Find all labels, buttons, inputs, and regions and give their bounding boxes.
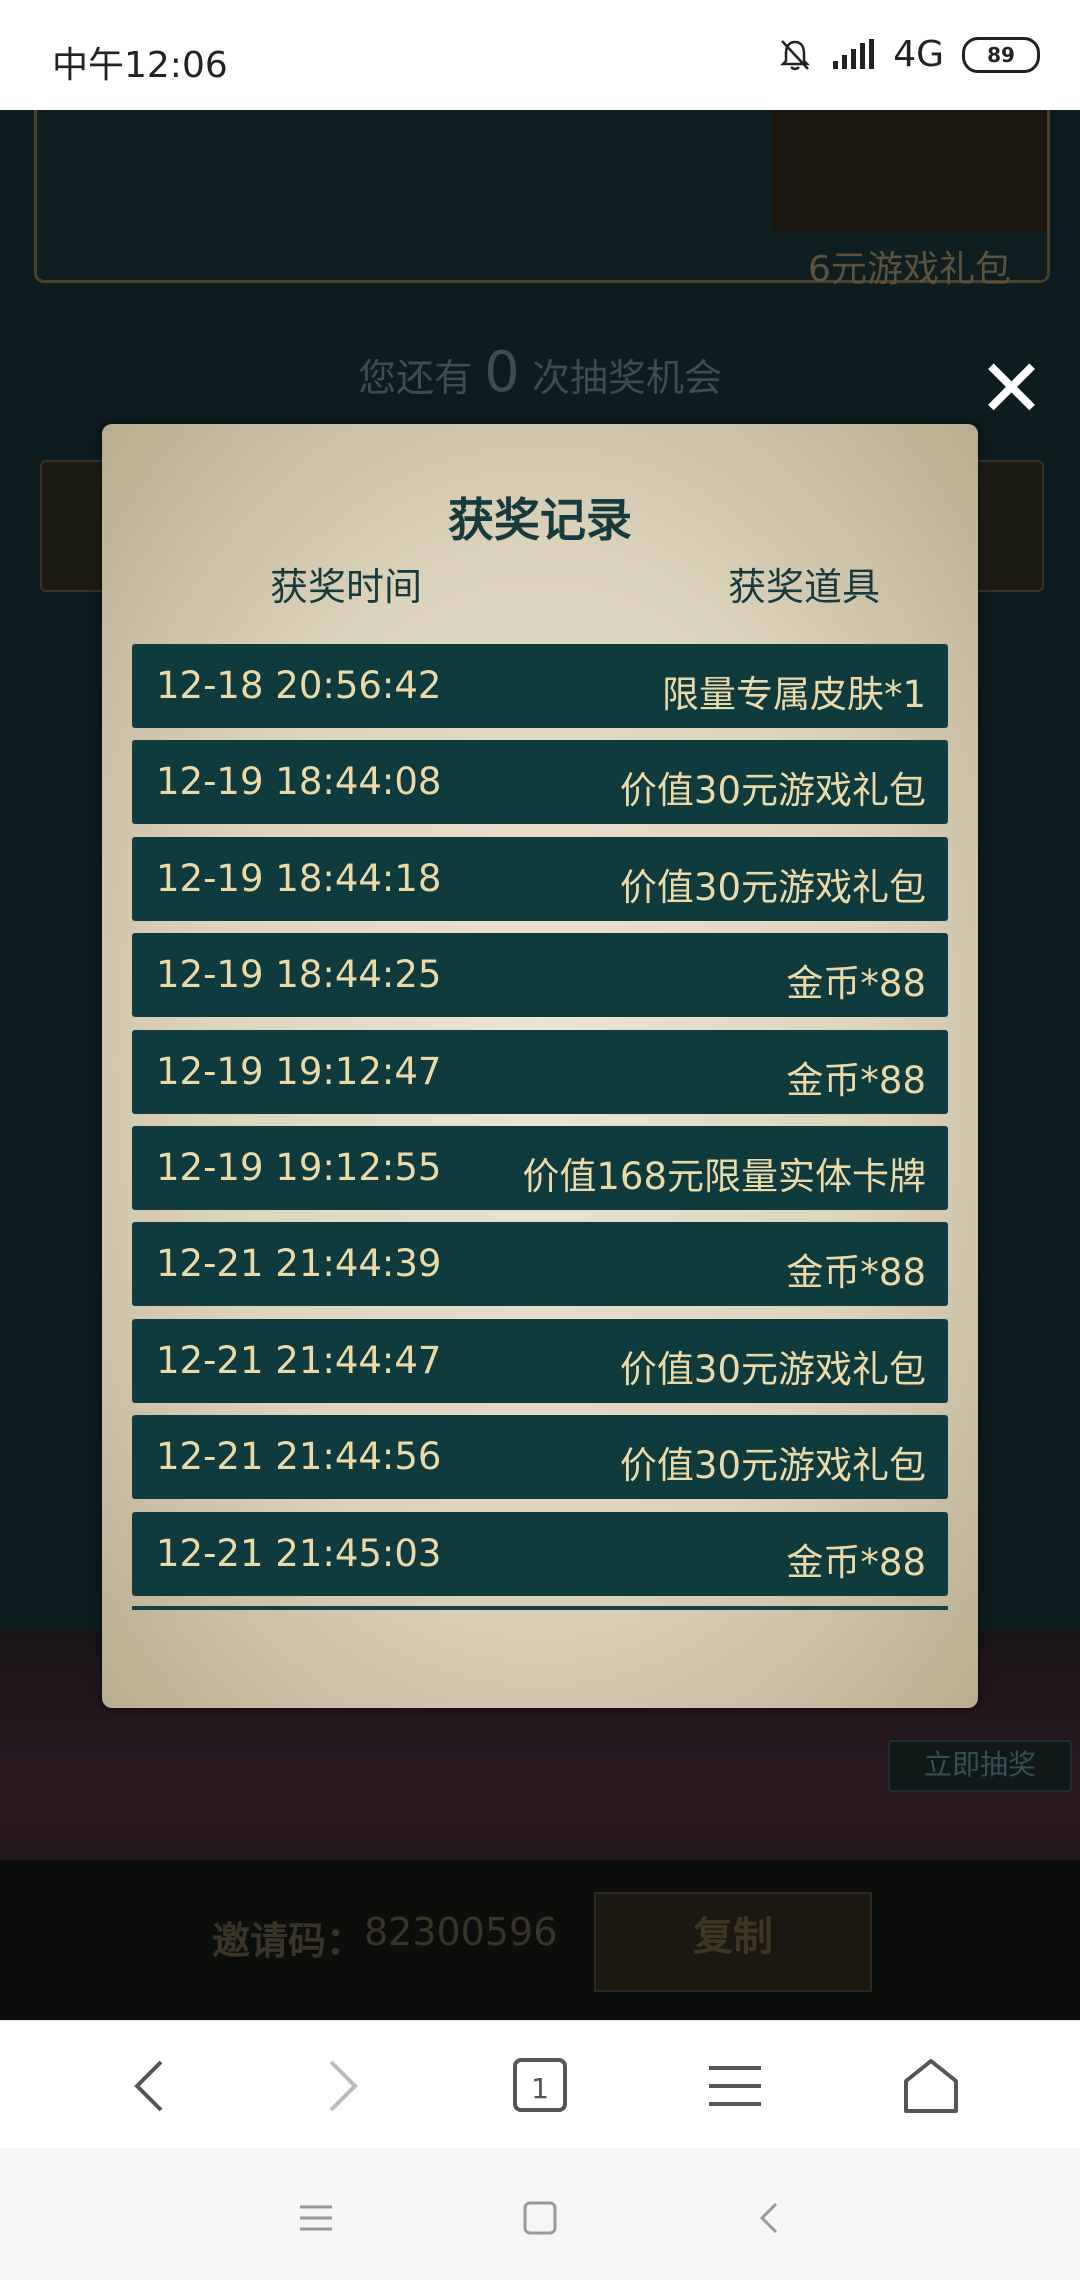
record-row: 12-19 19:12:47 金币*88	[132, 1029, 948, 1114]
battery-icon: 89	[962, 36, 1040, 73]
back-button[interactable]	[104, 2041, 194, 2131]
record-time: 12-19 19:12:47	[156, 1049, 442, 1093]
system-back-button[interactable]	[728, 2178, 808, 2258]
square-home-icon	[523, 2201, 557, 2235]
record-time: 12-21 21:44:47	[156, 1338, 442, 1382]
forward-icon	[329, 2060, 358, 2112]
home-icon	[904, 2059, 958, 2113]
record-item: 金币*88	[786, 962, 926, 1006]
invite-code: 82300596	[364, 1910, 558, 1954]
invite-bar: 邀请码： 82300596 复制	[0, 1860, 1080, 2020]
records-list[interactable]: 12-18 20:56:42 限量专属皮肤*1 12-19 18:44:08 价值30…	[132, 644, 948, 1606]
record-item: 价值168元限量实体卡牌	[522, 1155, 926, 1198]
prize-panel: 6元游戏礼包	[34, 110, 1050, 290]
record-row: 12-21 21:45:03 金币*88	[132, 1511, 948, 1596]
close-icon[interactable]: ✕	[978, 349, 1045, 429]
record-time: 12-21 21:44:56	[156, 1435, 442, 1479]
battery-level: 89	[987, 42, 1015, 67]
prize-records-modal: 获奖记录 获奖时间 获奖道具 12-18 20:56:42 限量专属皮肤*1 12-…	[102, 424, 978, 1708]
record-time: 12-19 18:44:18	[156, 856, 442, 900]
chances-text: 您还有 0 次抽奖机会	[0, 340, 1080, 405]
status-icons: 4G 89	[777, 34, 1040, 75]
draw-now-button[interactable]: 立即抽奖	[888, 1740, 1072, 1792]
prize-label: 6元游戏礼包	[808, 249, 1011, 290]
back-icon	[134, 2060, 163, 2112]
record-row: 12-19 18:44:25 金币*88	[132, 933, 948, 1018]
record-item: 价值30元游戏礼包	[619, 1444, 926, 1488]
home-button[interactable]	[886, 2041, 976, 2131]
chances-prefix: 您还有	[358, 356, 473, 400]
record-item: 价值30元游戏礼包	[619, 769, 926, 813]
recent-apps-icon	[300, 2205, 332, 2231]
record-item: 价值30元游戏礼包	[619, 865, 926, 909]
signal-icon	[833, 38, 875, 69]
prize-card: 6元游戏礼包	[772, 110, 1047, 290]
record-row: 12-21 21:44:39 金币*88	[132, 1222, 948, 1307]
record-time: 12-19 18:44:25	[156, 953, 442, 997]
browser-toolbar: 1	[0, 2020, 1080, 2149]
record-row: 12-19 19:12:55 价值168元限量实体卡牌	[132, 1126, 948, 1210]
chances-suffix: 次抽奖机会	[531, 356, 722, 400]
system-home-button[interactable]	[500, 2178, 580, 2258]
system-nav-bar	[0, 2148, 1080, 2280]
record-row: 12-19 18:44:18 价值30元游戏礼包	[132, 836, 948, 921]
record-time: 12-18 20:56:42	[156, 664, 442, 707]
modal-title: 获奖记录	[448, 493, 632, 547]
network-type: 4G	[893, 34, 944, 75]
record-time: 12-19 19:12:55	[156, 1146, 442, 1189]
tabs-icon: 1	[513, 2058, 567, 2112]
column-header-time: 获奖时间	[270, 565, 423, 609]
record-time: 12-21 21:45:03	[156, 1531, 442, 1575]
record-row: 12-19 18:44:08 价值30元游戏礼包	[132, 740, 948, 825]
record-row: 12-21 21:44:56 价值30元游戏礼包	[132, 1415, 948, 1500]
status-bar: 中午12:06 4G 89	[0, 0, 1080, 110]
record-item: 金币*88	[786, 1540, 926, 1584]
record-row: 12-21 21:44:47 价值30元游戏礼包	[132, 1318, 948, 1403]
tab-count: 1	[531, 2072, 549, 2105]
recent-apps-button[interactable]	[276, 2178, 356, 2258]
copy-button[interactable]: 复制	[594, 1892, 872, 1992]
menu-button[interactable]	[690, 2041, 780, 2131]
mute-bell-icon	[780, 39, 811, 70]
record-row: 12-18 20:56:42 限量专属皮肤*1	[132, 644, 948, 728]
status-time: 中午12:06	[52, 45, 228, 86]
record-item: 限量专属皮肤*1	[661, 673, 926, 716]
chances-count: 0	[484, 340, 520, 405]
record-time: 12-19 18:44:08	[156, 760, 442, 804]
forward-button[interactable]	[298, 2041, 388, 2131]
tabs-button[interactable]: 1	[496, 2041, 586, 2131]
record-item: 金币*88	[786, 1058, 926, 1102]
system-back-icon	[759, 2202, 778, 2234]
list-divider	[132, 1606, 948, 1610]
menu-icon	[709, 2066, 761, 2106]
column-header-item: 获奖道具	[728, 565, 881, 609]
record-item: 价值30元游戏礼包	[619, 1347, 926, 1391]
record-time: 12-21 21:44:39	[156, 1242, 442, 1286]
record-item: 金币*88	[786, 1251, 926, 1295]
invite-label: 邀请码：	[212, 1919, 365, 1963]
